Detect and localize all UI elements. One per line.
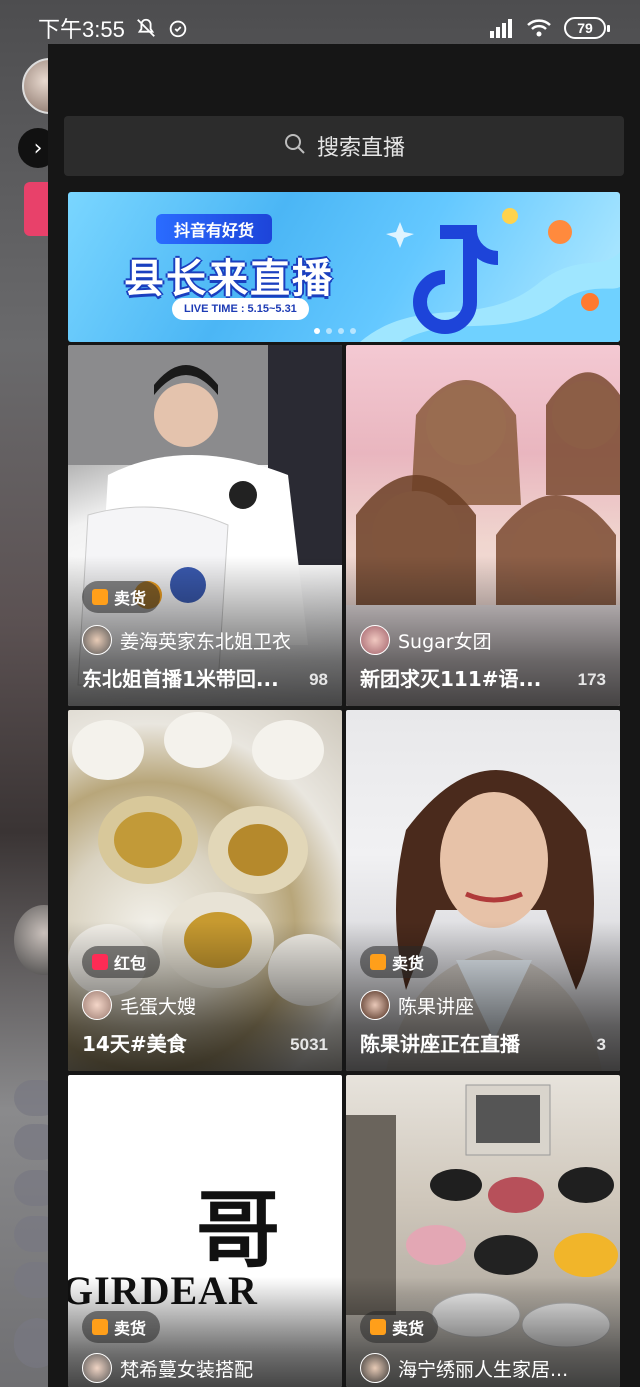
promo-banner[interactable]: 抖音有好货 县长来直播 LIVE TIME : 5.15~5.31 (68, 192, 620, 342)
sell-goods-badge: 卖货 (360, 1311, 439, 1343)
streamer-avatar (360, 990, 390, 1020)
live-card[interactable]: Sugar女团 新团求灭111#语... 173 (346, 345, 620, 706)
streamer-name: 海宁绣丽人生家居... (398, 1358, 569, 1381)
streamer-name: Sugar女团 (398, 630, 492, 653)
alarm-icon (167, 17, 189, 39)
streamer-avatar (360, 1353, 390, 1383)
viewer-count: 173 (577, 670, 606, 689)
streamer-name: 梵希蔓女装搭配 (120, 1358, 254, 1381)
search-icon (283, 132, 307, 160)
shopping-bag-icon (370, 954, 386, 970)
wifi-icon (526, 17, 552, 39)
streamer-name: 毛蛋大嫂 (120, 995, 197, 1018)
signal-icon (488, 17, 514, 39)
badge-label: 红包 (114, 954, 147, 973)
viewer-count: 3 (596, 1035, 606, 1054)
streamer-info: Sugar女团 (360, 625, 492, 655)
viewer-count: 5031 (290, 1035, 328, 1054)
streamer-info: 姜海英家东北姐卫衣 (82, 625, 291, 655)
streamer-info: 毛蛋大嫂 (82, 990, 196, 1020)
streamer-info: 陈果讲座 (360, 990, 474, 1020)
streamer-avatar (82, 1353, 112, 1383)
pagination-dot (338, 328, 344, 334)
banner-illustration (360, 208, 620, 342)
streamer-name: 姜海英家东北姐卫衣 (120, 630, 292, 653)
shopping-bag-icon (370, 1319, 386, 1335)
badge-label: 卖货 (392, 954, 425, 973)
mute-icon (135, 17, 157, 39)
sell-goods-badge: 卖货 (82, 1311, 161, 1343)
battery-level: 79 (577, 20, 593, 36)
chevron-right-icon: › (33, 135, 43, 161)
badge-label: 卖货 (392, 1319, 425, 1338)
streamer-avatar (82, 990, 112, 1020)
live-card[interactable]: 卖货 姜海英家东北姐卫衣 东北姐首播1米带回... 98 (68, 345, 342, 706)
search-label: 搜索直播 (316, 136, 405, 161)
brand-logo-char: 哥 (196, 1180, 281, 1279)
streamer-name: 陈果讲座 (398, 995, 475, 1018)
banner-pagination (314, 328, 356, 334)
live-card[interactable]: 卖货 海宁绣丽人生家居... (346, 1075, 620, 1387)
banner-time: LIVE TIME : 5.15~5.31 (172, 298, 309, 320)
red-packet-icon (92, 954, 108, 970)
banner-title: 县长来直播 (124, 256, 334, 302)
search-live-input[interactable]: 搜索直播 (64, 116, 624, 176)
live-card[interactable]: 哥 GIRDEAR 卖货 梵希蔓女装搭配 (68, 1075, 342, 1387)
status-time: 下午3:55 (38, 17, 125, 42)
red-packet-badge: 红包 (82, 946, 161, 978)
streamer-info: 海宁绣丽人生家居... (360, 1353, 568, 1383)
streamer-avatar (82, 625, 112, 655)
status-bar: 下午3:55 79 (0, 0, 640, 56)
live-title: 14天#美食 (82, 1032, 187, 1056)
live-card[interactable]: 卖货 陈果讲座 陈果讲座正在直播 3 (346, 710, 620, 1071)
pagination-dot (314, 328, 320, 334)
live-title: 陈果讲座正在直播 (360, 1032, 520, 1056)
sell-goods-badge: 卖货 (360, 946, 439, 978)
shopping-bag-icon (92, 1319, 108, 1335)
viewer-count: 98 (309, 670, 328, 689)
battery-icon: 79 (564, 17, 610, 39)
live-title: 东北姐首播1米带回... (82, 667, 279, 691)
shopping-bag-icon (92, 589, 108, 605)
badge-label: 卖货 (114, 589, 147, 608)
badge-label: 卖货 (114, 1319, 147, 1338)
live-title: 新团求灭111#语... (360, 667, 542, 691)
streamer-avatar (360, 625, 390, 655)
streamer-info: 梵希蔓女装搭配 (82, 1353, 253, 1383)
pagination-dot (350, 328, 356, 334)
banner-tag: 抖音有好货 (156, 214, 273, 244)
sell-goods-badge: 卖货 (82, 581, 161, 613)
pagination-dot (326, 328, 332, 334)
live-card[interactable]: 红包 毛蛋大嫂 14天#美食 5031 (68, 710, 342, 1071)
